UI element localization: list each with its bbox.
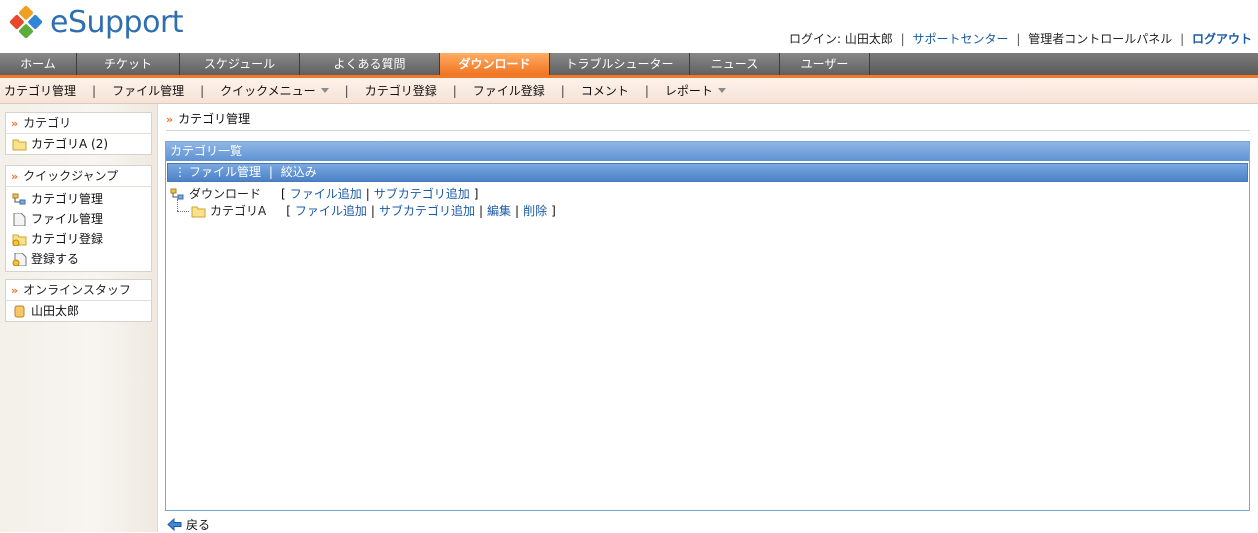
tree-node-category-a: カテゴリA [ ファイル追加 | サブカテゴリ追加 | 編集 | 削除 ]: [166, 203, 1249, 220]
tab-troubleshooter[interactable]: トラブルシューター: [550, 53, 690, 75]
page-title: カテゴリ管理: [178, 112, 251, 126]
filter-tool[interactable]: 絞込み: [281, 165, 317, 179]
subnav-category-register[interactable]: カテゴリ登録: [365, 82, 437, 99]
tab-download[interactable]: ダウンロード: [440, 53, 550, 75]
tree-icon: [170, 188, 184, 200]
logout-link[interactable]: ログアウト: [1192, 32, 1252, 46]
subnav-category-manage[interactable]: カテゴリ管理: [4, 82, 76, 99]
tab-schedule[interactable]: スケジュール: [180, 53, 300, 75]
back-arrow-icon: [167, 518, 182, 531]
category-tree: ダウンロード [ ファイル追加 | サブカテゴリ追加 ] カテゴリA [ ファイ…: [166, 186, 1249, 220]
add-file-link[interactable]: ファイル追加: [290, 186, 362, 203]
logo-text: eSupport: [50, 4, 184, 40]
main-nav: ホーム チケット スケジュール よくある質問 ダウンロード トラブルシューター …: [0, 53, 1258, 78]
file-icon: [13, 212, 26, 226]
back-link[interactable]: 戻る: [167, 516, 210, 533]
tab-tickets[interactable]: チケット: [77, 53, 180, 75]
folder-icon: [191, 206, 206, 218]
logo[interactable]: eSupport: [6, 2, 184, 42]
add-subcategory-link[interactable]: サブカテゴリ追加: [379, 203, 475, 220]
edit-link[interactable]: 編集: [487, 203, 511, 220]
double-chevron-icon: »: [11, 170, 19, 183]
file-manage-tool[interactable]: ファイル管理: [189, 165, 261, 179]
category-list-panel: カテゴリ一覧 ⋮ ファイル管理 | 絞込み ダウンロード [ ファイル追加 | サ…: [165, 141, 1250, 511]
grip-icon: ⋮: [174, 165, 186, 179]
category-panel-title: » カテゴリ: [6, 113, 151, 134]
divider: [166, 130, 1250, 131]
quickjump-panel-title: » クイックジャンプ: [6, 166, 151, 187]
tree-node-label[interactable]: ダウンロード: [189, 186, 261, 203]
tab-news[interactable]: ニュース: [690, 53, 780, 75]
subnav-report[interactable]: レポート: [665, 82, 726, 99]
tree-icon: [12, 193, 26, 204]
subnav-quick-menu[interactable]: クイックメニュー: [220, 82, 329, 99]
double-chevron-icon: »: [166, 113, 174, 126]
quickjump-category-manage[interactable]: カテゴリ管理: [6, 189, 151, 209]
add-subcategory-link[interactable]: サブカテゴリ追加: [374, 186, 470, 203]
folder-icon: [12, 139, 27, 150]
tree-node-label[interactable]: カテゴリA: [210, 203, 266, 220]
category-toolbar: ⋮ ファイル管理 | 絞込み: [167, 163, 1248, 182]
category-panel: » カテゴリ カテゴリA (2): [5, 112, 152, 155]
tree-node-download: ダウンロード [ ファイル追加 | サブカテゴリ追加 ]: [166, 186, 1249, 203]
staff-item[interactable]: 山田太郎: [6, 301, 151, 321]
subnav-file-register[interactable]: ファイル登録: [473, 82, 545, 99]
sub-nav: カテゴリ管理 | ファイル管理 | クイックメニュー | カテゴリ登録 | ファ…: [0, 78, 1258, 104]
esupport-logo-icon: [9, 5, 43, 39]
chevron-down-icon: [320, 88, 329, 93]
add-file-link[interactable]: ファイル追加: [295, 203, 367, 220]
quickjump-file-manage[interactable]: ファイル管理: [6, 209, 151, 229]
user-icon: [14, 305, 25, 317]
quickjump-category-register[interactable]: カテゴリ登録: [6, 229, 151, 249]
file-add-icon: [12, 252, 27, 266]
double-chevron-icon: »: [11, 284, 19, 297]
folder-add-icon: [12, 234, 27, 246]
delete-link[interactable]: 削除: [523, 203, 547, 220]
double-chevron-icon: »: [11, 117, 19, 130]
header: eSupport ログイン: 山田太郎 | サポートセンター | 管理者コントロ…: [0, 0, 1258, 50]
support-center-link[interactable]: サポートセンター: [913, 32, 1009, 46]
sidebar-item-category-a[interactable]: カテゴリA (2): [6, 134, 151, 154]
staff-panel: » オンラインスタッフ 山田太郎: [5, 279, 152, 322]
tab-home[interactable]: ホーム: [0, 53, 77, 75]
subnav-comment[interactable]: コメント: [581, 82, 629, 99]
category-list-title: カテゴリ一覧: [166, 142, 1249, 161]
tab-faq[interactable]: よくある質問: [300, 53, 440, 75]
tab-users[interactable]: ユーザー: [780, 53, 870, 75]
login-info: ログイン: 山田太郎: [788, 32, 893, 46]
quickjump-register[interactable]: 登録する: [6, 249, 151, 269]
top-links: ログイン: 山田太郎 | サポートセンター | 管理者コントロールパネル | ロ…: [788, 32, 1252, 46]
sidebar: » カテゴリ カテゴリA (2) » クイックジャンプ カテゴリ管理 ファイル管理 …: [0, 104, 158, 532]
breadcrumb: » カテゴリ管理: [166, 110, 250, 127]
staff-panel-title: » オンラインスタッフ: [6, 280, 151, 301]
admin-panel-link[interactable]: 管理者コントロールパネル: [1028, 32, 1172, 46]
subnav-file-manage[interactable]: ファイル管理: [112, 82, 184, 99]
quickjump-panel: » クイックジャンプ カテゴリ管理 ファイル管理 カテゴリ登録 登録する: [5, 165, 152, 272]
chevron-down-icon: [717, 88, 726, 93]
